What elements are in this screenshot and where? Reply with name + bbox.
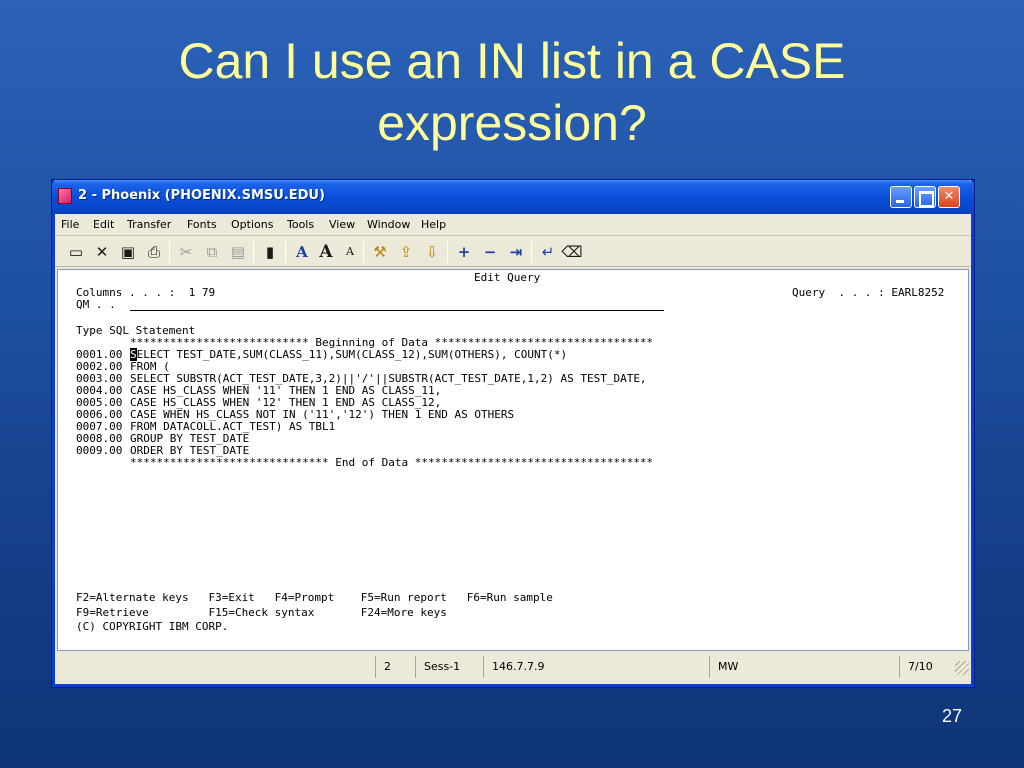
menu-help[interactable]: Help [421,218,446,231]
font-larger-icon[interactable]: A [315,241,337,263]
status-bar: 2 Sess-1 146.7.7.9 MW 7/10 [55,653,971,681]
page-number: 27 [941,706,962,726]
disconnect-icon[interactable]: ✕ [91,241,113,263]
qm-label: QM . . [76,298,116,311]
toolbar: ▭ ✕ ▣ ⎙ ✂ ⧉ ▤ ▮ A A A ⚒ ⇪ ⇩ + − ⇥ ↵ ⌫ [55,237,971,267]
status-host-address: 146.7.7.9 [483,656,709,678]
sql-line-text: ELECT TEST_DATE,SUM(CLASS_11),SUM(CLASS_… [136,348,568,361]
paste-icon[interactable]: ▤ [227,241,249,263]
toolbar-separator [447,241,448,263]
erase-icon[interactable]: ⌫ [561,241,583,263]
monitor-icon[interactable]: ▭ [65,241,87,263]
close-button[interactable]: ✕ [938,186,960,208]
function-keys-line2: F9=Retrieve F15=Check syntax F24=More ke… [76,606,447,619]
screen-header: Edit Query [474,271,541,284]
toolbar-separator [285,241,286,263]
font-smaller-icon[interactable]: A [339,241,361,263]
menu-tools[interactable]: Tools [287,218,314,231]
terminal-screen[interactable]: Edit Query Columns . . . : 1 79 Query . … [57,269,969,651]
menu-options[interactable]: Options [231,218,273,231]
toolbar-separator [253,241,254,263]
window-titlebar[interactable]: 2 - Phoenix (PHOENIX.SMSU.EDU) ✕ [52,180,974,214]
toolbar-separator [169,241,170,263]
query-name: Query . . . : EARL8252 [792,286,945,299]
toolbar-separator [531,241,532,263]
enter-icon[interactable]: ↵ [537,241,559,263]
save-icon[interactable]: ▣ [117,241,139,263]
cut-icon[interactable]: ✂ [175,241,197,263]
menu-window[interactable]: Window [367,218,410,231]
line-number: 0009.00 [76,444,123,457]
menu-edit[interactable]: Edit [93,218,114,231]
tab-icon[interactable]: ⇥ [505,241,527,263]
status-session-name: Sess-1 [415,656,483,678]
minimize-button[interactable] [890,186,912,208]
macro-icon[interactable]: ▮ [259,241,281,263]
plus-icon[interactable]: + [453,241,475,263]
emulator-window: 2 - Phoenix (PHOENIX.SMSU.EDU) ✕ File Ed… [52,180,974,687]
status-cursor-position: 7/10 [899,656,955,678]
receive-file-icon[interactable]: ⇩ [421,241,443,263]
menu-transfer[interactable]: Transfer [127,218,171,231]
resize-grip[interactable] [955,661,969,675]
copyright-notice: (C) COPYRIGHT IBM CORP. [76,620,229,633]
tools-icon[interactable]: ⚒ [369,241,391,263]
window-title: 2 - Phoenix (PHOENIX.SMSU.EDU) [78,188,325,203]
copy-icon[interactable]: ⧉ [201,241,223,263]
slide-title-line1: Can I use an IN list in a CASE [178,33,846,89]
menu-fonts[interactable]: Fonts [187,218,217,231]
slide-title-line2: expression? [377,95,647,151]
sql-line[interactable]: SELECT TEST_DATE,SUM(CLASS_11),SUM(CLASS… [130,348,568,361]
menu-file[interactable]: File [61,218,79,231]
qm-input-line[interactable] [130,310,664,311]
status-session-number: 2 [375,656,415,678]
menu-view[interactable]: View [329,218,355,231]
toolbar-separator [363,241,364,263]
slide-title: Can I use an IN list in a CASE expressio… [0,30,1024,154]
menu-bar: File Edit Transfer Fonts Options Tools V… [55,214,971,236]
end-data-banner: ****************************** End of Da… [130,456,654,469]
maximize-button[interactable] [914,186,936,208]
send-file-icon[interactable]: ⇪ [395,241,417,263]
status-mode: MW [709,656,899,678]
app-icon[interactable] [58,188,72,204]
function-keys-line1: F2=Alternate keys F3=Exit F4=Prompt F5=R… [76,591,553,604]
print-icon[interactable]: ⎙ [143,241,165,263]
font-icon[interactable]: A [291,241,313,263]
minus-icon[interactable]: − [479,241,501,263]
